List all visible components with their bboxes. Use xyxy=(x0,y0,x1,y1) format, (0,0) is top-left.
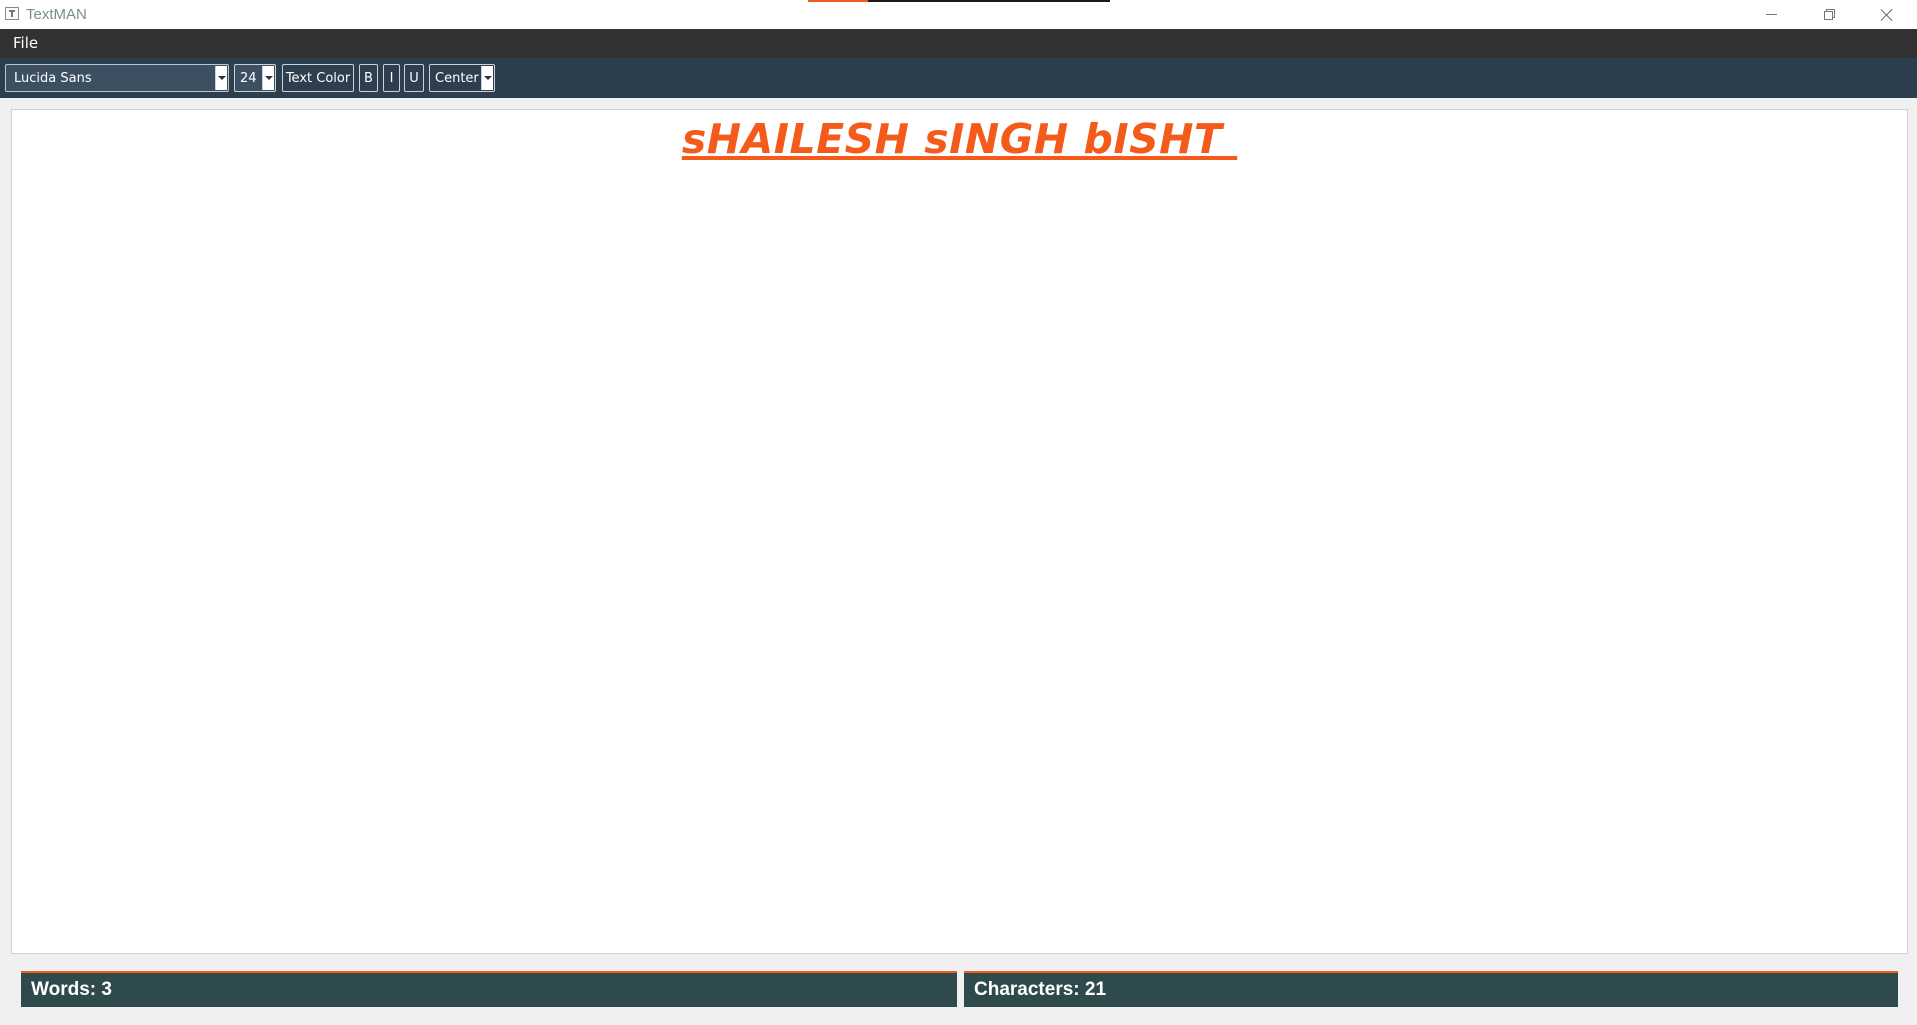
text-editor[interactable]: sHAILESH sINGH bISHT xyxy=(11,109,1908,954)
alignment-value: Center xyxy=(435,71,479,86)
title-accent-strip xyxy=(808,0,1110,2)
word-count: Words: 3 xyxy=(31,979,112,1000)
alignment-select[interactable]: Center xyxy=(429,64,495,92)
chevron-down-icon[interactable] xyxy=(215,66,227,90)
close-icon xyxy=(1880,8,1894,22)
restore-icon xyxy=(1823,9,1835,20)
title-bar: TextMAN xyxy=(0,0,1917,29)
chevron-down-icon[interactable] xyxy=(262,66,274,90)
window-title: TextMAN xyxy=(26,6,87,23)
font-size-select[interactable]: 24 xyxy=(234,64,276,92)
minimize-button[interactable] xyxy=(1742,0,1800,29)
minimize-icon xyxy=(1765,14,1777,15)
bold-button[interactable]: B xyxy=(359,64,378,92)
font-size-value: 24 xyxy=(240,71,257,86)
close-button[interactable] xyxy=(1858,0,1916,29)
word-count-panel: Words: 3 xyxy=(21,971,957,1007)
chevron-down-icon[interactable] xyxy=(481,66,493,90)
menu-bar: File xyxy=(0,29,1917,58)
character-count: Characters: 21 xyxy=(974,979,1107,1000)
underline-button[interactable]: U xyxy=(404,64,424,92)
restore-button[interactable] xyxy=(1800,0,1858,29)
font-family-select[interactable]: Lucida Sans xyxy=(5,64,229,92)
menu-file[interactable]: File xyxy=(13,34,38,52)
app-menu-icon[interactable] xyxy=(5,7,19,20)
character-count-panel: Characters: 21 xyxy=(964,971,1898,1007)
text-color-button[interactable]: Text Color xyxy=(282,64,354,92)
italic-button[interactable]: I xyxy=(383,64,400,92)
formatting-toolbar: Lucida Sans 24 Text Color B I U Center xyxy=(0,58,1917,98)
editor-content[interactable]: sHAILESH sINGH bISHT xyxy=(12,115,1907,163)
font-family-value: Lucida Sans xyxy=(14,71,92,86)
